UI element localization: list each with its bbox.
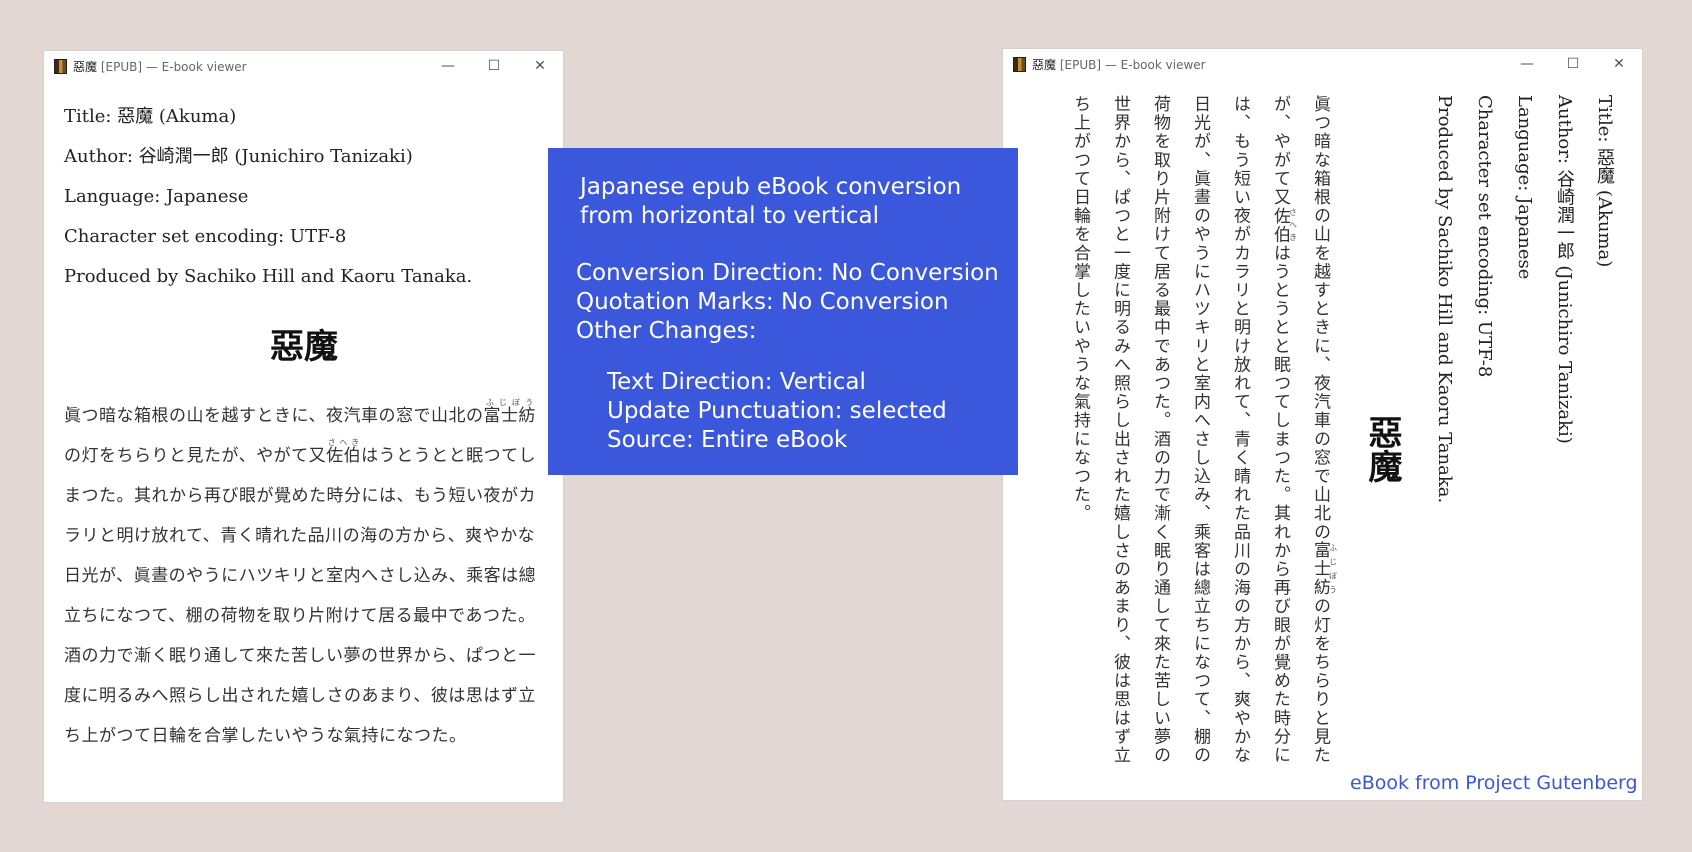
- window-title: 惡魔 [EPUB] — E-book viewer: [1032, 58, 1206, 72]
- window-title: 惡魔 [EPUB] — E-book viewer: [73, 60, 247, 74]
- source: Source: Entire eBook: [607, 427, 848, 453]
- other-changes: Other Changes:: [576, 318, 757, 344]
- meta-title: Title: 惡魔 (Akuma): [1594, 95, 1615, 268]
- maximize-button[interactable]: ☐: [1550, 49, 1596, 79]
- update-punctuation: Update Punctuation: selected: [607, 398, 947, 424]
- minimize-button[interactable]: —: [1504, 49, 1550, 79]
- other-changes-list: Text Direction: Vertical Update Punctuat…: [607, 368, 947, 455]
- conversion-info-panel: Japanese epub eBook conversion from hori…: [548, 148, 1018, 475]
- meta-encoding: Character set encoding: UTF-8: [1474, 95, 1495, 378]
- conversion-settings: Conversion Direction: No Conversion Quot…: [576, 259, 999, 346]
- book-app-icon: [1013, 57, 1026, 72]
- close-button[interactable]: ✕: [1596, 49, 1642, 79]
- gutenberg-credit: eBook from Project Gutenberg: [1350, 772, 1638, 794]
- maximize-button[interactable]: ☐: [471, 51, 517, 81]
- text-direction: Text Direction: Vertical: [607, 369, 866, 395]
- meta-language: Language: Japanese: [64, 186, 249, 207]
- book-content-vertical[interactable]: Title: 惡魔 (Akuma) Author: 谷崎潤一郎 (Junichi…: [1060, 95, 1624, 785]
- quotation-marks: Quotation Marks: No Conversion: [576, 289, 949, 315]
- meta-language: Language: Japanese: [1514, 95, 1535, 280]
- close-button[interactable]: ✕: [517, 51, 563, 81]
- minimize-button[interactable]: —: [425, 51, 471, 81]
- conversion-direction: Conversion Direction: No Conversion: [576, 260, 999, 286]
- title-bar[interactable]: 惡魔 [EPUB] — E-book viewer — ☐ ✕: [44, 51, 563, 81]
- title-bar[interactable]: 惡魔 [EPUB] — E-book viewer — ☐ ✕: [1003, 49, 1642, 79]
- ebook-viewer-window-horizontal: 惡魔 [EPUB] — E-book viewer — ☐ ✕ Title: 惡…: [44, 51, 563, 802]
- ebook-viewer-window-vertical: 惡魔 [EPUB] — E-book viewer — ☐ ✕ Title: 惡…: [1003, 49, 1642, 800]
- meta-title: Title: 惡魔 (Akuma): [64, 106, 237, 127]
- info-heading: Japanese epub eBook conversion from hori…: [580, 174, 962, 229]
- body-text: 眞つ暗な箱根の山を越すときに、夜汽車の窓で山北の富士紡ふじぼうの灯をちらりと見た…: [1070, 95, 1338, 765]
- book-app-icon: [54, 59, 67, 74]
- meta-producer: Produced by Sachiko Hill and Kaoru Tanak…: [64, 266, 473, 287]
- meta-producer: Produced by Sachiko Hill and Kaoru Tanak…: [1434, 95, 1455, 504]
- body-text: 眞つ暗な箱根の山を越すときに、夜汽車の窓で山北の富士紡ふじぼうの灯をちらりと見た…: [64, 398, 537, 746]
- meta-encoding: Character set encoding: UTF-8: [64, 226, 347, 247]
- book-content[interactable]: Title: 惡魔 (Akuma) Author: 谷崎潤一郎 (Junichi…: [64, 97, 544, 756]
- book-title: 惡魔: [1362, 415, 1402, 483]
- meta-author: Author: 谷崎潤一郎 (Junichiro Tanizaki): [64, 146, 413, 167]
- meta-author: Author: 谷崎潤一郎 (Junichiro Tanizaki): [1554, 95, 1575, 444]
- book-title: 惡魔: [270, 327, 338, 367]
